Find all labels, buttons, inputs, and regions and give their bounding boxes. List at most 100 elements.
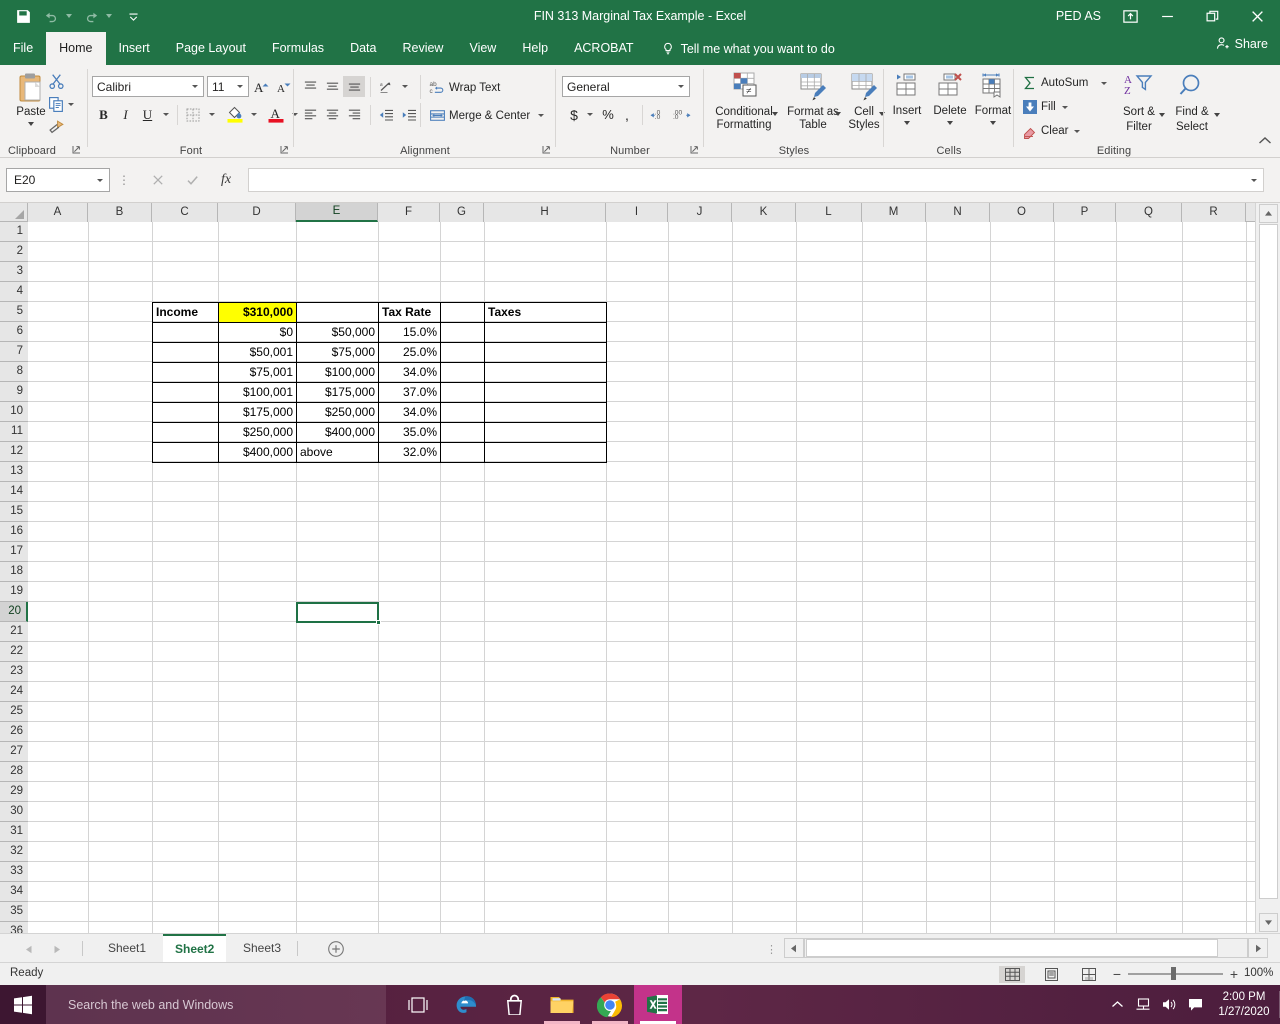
font-color-button[interactable]: A [264,102,288,126]
wrap-text-button[interactable]: abc Wrap Text [429,79,500,96]
row-header-18[interactable]: 18 [0,562,28,582]
cell-E11[interactable]: $400,000 [297,422,378,442]
column-header-n[interactable]: N [926,203,990,222]
store-icon[interactable] [490,985,538,1024]
accounting-dropdown-caret[interactable] [583,104,596,125]
orientation-dropdown-caret[interactable] [398,76,411,97]
format-cells-button[interactable]: Format [971,72,1015,125]
tab-help[interactable]: Help [509,32,561,65]
underline-dropdown-caret[interactable] [159,104,173,125]
cell-F10[interactable]: 34.0% [379,402,440,422]
column-header-a[interactable]: A [28,203,88,222]
row-header-12[interactable]: 12 [0,442,28,462]
row-header-14[interactable]: 14 [0,482,28,502]
enter-icon[interactable] [179,168,205,192]
prev-sheet-icon[interactable] [20,940,38,958]
edge-browser-icon[interactable] [442,985,490,1024]
column-header-r[interactable]: R [1182,203,1246,222]
row-header-8[interactable]: 8 [0,362,28,382]
scroll-down-icon[interactable] [1259,913,1278,932]
copy-button[interactable] [48,96,74,113]
action-center-icon[interactable] [1182,985,1208,1024]
chrome-icon[interactable] [586,985,634,1024]
increase-font-size-button[interactable]: A [252,76,272,97]
merge-center-button[interactable]: Merge & Center [429,107,544,124]
underline-button[interactable]: U [137,104,158,125]
borders-button[interactable] [182,104,204,125]
cell-E10[interactable]: $250,000 [297,402,378,422]
network-icon[interactable] [1130,985,1156,1024]
column-header-d[interactable]: D [218,203,296,222]
sheet-tab-sheet2[interactable]: Sheet2 [163,934,226,963]
copy-dropdown-caret[interactable] [68,103,74,106]
hscroll-left-icon[interactable] [784,938,804,958]
column-header-c[interactable]: C [152,203,218,222]
column-header-m[interactable]: M [862,203,926,222]
cell-E9[interactable]: $175,000 [297,382,378,402]
collapse-ribbon-icon[interactable] [1258,133,1272,151]
excel-icon[interactable] [634,985,682,1024]
scroll-up-icon[interactable] [1259,204,1278,223]
cell-D11[interactable]: $250,000 [219,422,296,442]
row-header-31[interactable]: 31 [0,822,28,842]
cell-D8[interactable]: $75,001 [219,362,296,382]
windows-start-icon[interactable] [0,985,46,1024]
column-header-j[interactable]: J [668,203,732,222]
fill-color-dropdown-caret[interactable] [247,104,260,125]
tab-home[interactable]: Home [46,32,105,65]
number-dialog-launcher[interactable] [690,145,700,155]
task-view-icon[interactable] [394,985,442,1024]
column-header-b[interactable]: B [88,203,152,222]
column-header-o[interactable]: O [990,203,1054,222]
comma-format-button[interactable]: , [618,104,636,125]
cell-E7[interactable]: $75,000 [297,342,378,362]
row-header-36[interactable]: 36 [0,922,28,933]
insert-function-icon[interactable]: fx [213,168,239,192]
cell-D12[interactable]: $400,000 [219,442,296,462]
autosum-caret[interactable] [1101,82,1107,85]
user-account-name[interactable]: PED AS [1056,9,1101,23]
row-header-25[interactable]: 25 [0,702,28,722]
share-button[interactable]: Share [1215,36,1268,51]
sheet-tab-sheet1[interactable]: Sheet1 [96,934,158,963]
font-size-combo[interactable]: 11 [207,76,249,97]
decrease-decimal-button[interactable]: .0.0 [648,104,670,125]
vertical-scroll-thumb[interactable] [1259,224,1278,899]
insert-cells-button[interactable]: Insert [887,72,927,125]
horizontal-scroll-thumb[interactable] [806,939,1218,957]
borders-dropdown-caret[interactable] [205,104,218,125]
conditional-formatting-caret[interactable] [772,112,778,116]
formula-input[interactable] [248,168,1264,192]
row-header-29[interactable]: 29 [0,782,28,802]
row-header-35[interactable]: 35 [0,902,28,922]
column-header-l[interactable]: L [796,203,862,222]
sort-filter-button[interactable]: A Z Sort & Filter [1114,72,1164,134]
row-header-13[interactable]: 13 [0,462,28,482]
align-middle-button[interactable] [321,76,343,97]
format-as-table-button[interactable]: Format as Table [784,71,842,133]
alignment-dialog-launcher[interactable] [542,145,552,155]
fill-handle[interactable] [376,620,381,625]
row-header-2[interactable]: 2 [0,242,28,262]
row-header-19[interactable]: 19 [0,582,28,602]
row-header-20[interactable]: 20 [0,602,28,622]
vertical-scrollbar[interactable] [1255,203,1280,933]
zoom-in-button[interactable]: + [1227,966,1241,982]
clear-caret[interactable] [1074,130,1080,133]
page-break-view-button[interactable] [1076,966,1102,983]
format-painter-button[interactable] [48,119,65,136]
sheet-tab-sheet3[interactable]: Sheet3 [231,934,293,963]
format-cells-caret[interactable] [990,121,996,125]
font-name-combo[interactable]: Calibri [92,76,204,97]
tab-acrobat[interactable]: ACROBAT [561,32,647,65]
cell-F6[interactable]: 15.0% [379,322,440,342]
column-header-i[interactable]: I [606,203,668,222]
expand-formula-bar-icon[interactable] [1251,179,1257,182]
row-header-27[interactable]: 27 [0,742,28,762]
zoom-level-label[interactable]: 100% [1244,967,1273,979]
next-sheet-icon[interactable] [48,940,66,958]
row-header-9[interactable]: 9 [0,382,28,402]
font-dialog-launcher[interactable] [280,145,290,155]
align-bottom-button[interactable] [343,76,365,97]
column-header-h[interactable]: H [484,203,606,222]
